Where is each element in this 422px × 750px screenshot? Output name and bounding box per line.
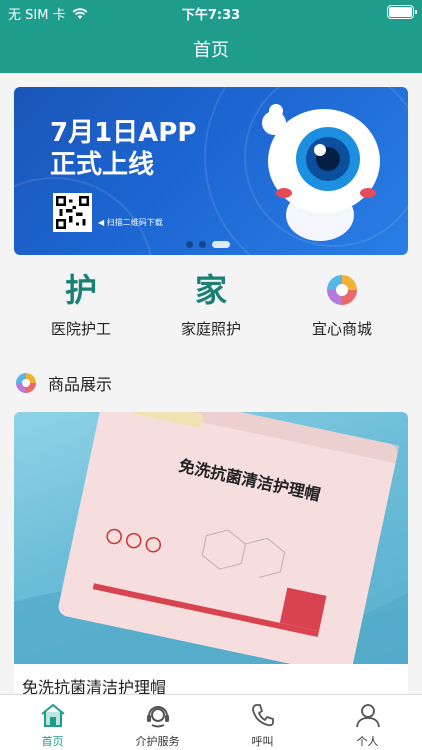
- tab-label: 介护服务: [135, 735, 180, 748]
- product-card[interactable]: 免洗抗菌清洁护理帽 免洗抗菌清洁护理帽: [14, 412, 408, 697]
- hospital-care-icon: 护: [64, 271, 97, 309]
- tab-care-service[interactable]: 介护服务: [105, 699, 210, 749]
- tab-bar: 首页 介护服务 呼叫 个人: [0, 694, 422, 750]
- service-label: 医院护工: [50, 320, 111, 338]
- mascot-icon: [262, 104, 380, 241]
- status-time: 下午7:33: [181, 8, 241, 23]
- tab-home[interactable]: 首页: [0, 699, 105, 749]
- headset-icon: [146, 706, 169, 728]
- qr-code-icon: [53, 193, 92, 232]
- tab-profile[interactable]: 个人: [315, 699, 420, 749]
- tab-call[interactable]: 呼叫: [210, 699, 315, 749]
- pager-dot[interactable]: [186, 241, 193, 248]
- mall-logo-icon: [277, 268, 407, 312]
- pager-dot-active[interactable]: [212, 241, 230, 248]
- mall-logo-icon: [16, 373, 36, 393]
- product-image: 免洗抗菌清洁护理帽: [14, 412, 408, 664]
- phone-icon: [251, 704, 274, 727]
- service-shortcuts: 护 医院护工 家 家庭照护 宜心商城: [0, 268, 422, 348]
- tab-label: 个人: [356, 735, 379, 748]
- service-mall[interactable]: 宜心商城: [277, 268, 407, 339]
- user-icon: [355, 704, 380, 728]
- status-bar: 无 SIM 卡 下午7:33: [0, 0, 422, 24]
- top-bar: 无 SIM 卡 下午7:33 首页: [0, 0, 422, 73]
- home-care-icon: 家: [194, 271, 227, 309]
- battery-icon: [387, 5, 417, 19]
- service-home-care[interactable]: 家 家庭照护: [146, 268, 276, 339]
- pager-dot[interactable]: [199, 241, 206, 248]
- promo-banner[interactable]: 7月1日APP 正式上线 ◀ 扫描二维码下载: [14, 87, 408, 255]
- service-label: 家庭照护: [180, 320, 241, 338]
- banner-headline: 7月1日APP 正式上线: [50, 118, 197, 180]
- scan-hint: ◀ 扫描二维码下载: [98, 218, 163, 227]
- page-title: 首页: [193, 40, 229, 61]
- tab-label: 呼叫: [251, 735, 274, 748]
- section-heading: 商品展示: [14, 370, 112, 396]
- service-hospital-care[interactable]: 护 医院护工: [16, 268, 146, 339]
- tab-label: 首页: [41, 735, 64, 748]
- service-label: 宜心商城: [311, 320, 372, 338]
- home-icon: [40, 703, 65, 727]
- section-title: 商品展示: [48, 375, 113, 394]
- banner-pager[interactable]: [186, 241, 230, 248]
